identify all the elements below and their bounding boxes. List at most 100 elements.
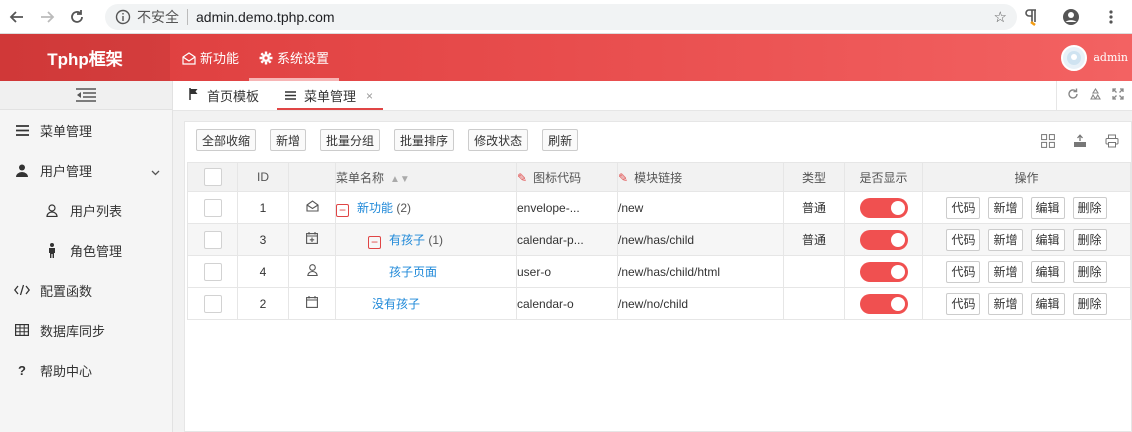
- sidebar-collapse-button[interactable]: [0, 81, 172, 110]
- menu-table: ID 菜单名称 ▲▼ ✎ 图标代码 ✎ 模块链接 类型 是否显示 操作 1 − 新功能 …: [187, 162, 1131, 320]
- code-button[interactable]: 代码: [946, 228, 981, 251]
- edit-button[interactable]: 编辑: [1030, 228, 1065, 251]
- code-button[interactable]: 代码: [946, 292, 981, 315]
- menu-button[interactable]: [1098, 4, 1124, 30]
- delete-button[interactable]: 删除: [1072, 196, 1107, 219]
- refresh-icon[interactable]: [1067, 88, 1079, 103]
- code-button[interactable]: 代码: [946, 196, 981, 219]
- visible-toggle[interactable]: [859, 293, 908, 314]
- row-name-link[interactable]: 孩子页面: [389, 265, 437, 279]
- sidebar-item-roles[interactable]: 角色管理: [0, 230, 172, 270]
- row-icon-code[interactable]: calendar-o: [516, 287, 618, 320]
- app-logo[interactable]: Tphp框架: [0, 34, 170, 81]
- user-menu[interactable]: admin: [1061, 34, 1128, 81]
- sidebar-item-users[interactable]: 用户管理: [0, 150, 172, 190]
- row-icon-code[interactable]: envelope-...: [516, 191, 618, 224]
- sidebar-item-config[interactable]: 配置函数: [0, 270, 172, 310]
- code-button[interactable]: 代码: [946, 260, 981, 283]
- browser-toolbar: 不安全 admin.demo.tphp.com ☆: [0, 0, 1132, 34]
- row-checkbox[interactable]: [203, 262, 222, 281]
- add-child-button[interactable]: 新增: [988, 292, 1023, 315]
- table-row[interactable]: 3 − 有孩子 (1) calendar-p... /new/has/child …: [187, 223, 1131, 256]
- row-checkbox[interactable]: [203, 198, 222, 217]
- columns-icon[interactable]: [1041, 134, 1055, 151]
- row-icon-code[interactable]: calendar-p...: [516, 223, 618, 256]
- table-row[interactable]: 2 没有孩子 calendar-o /new/no/child 代码 新增 编辑 删除: [187, 287, 1131, 320]
- collapse-toggle-icon[interactable]: −: [368, 235, 381, 249]
- delete-button[interactable]: 删除: [1072, 292, 1107, 315]
- row-checkbox[interactable]: [203, 294, 222, 313]
- table-tools: [1041, 134, 1119, 151]
- row-name-link[interactable]: 新功能: [357, 201, 393, 215]
- header-icon-code-label: 图标代码: [533, 170, 582, 185]
- topnav-new-feature[interactable]: 新功能: [172, 34, 249, 81]
- avatar-icon: [1067, 50, 1082, 65]
- sort-icon[interactable]: ▲▼: [390, 174, 410, 185]
- close-icon[interactable]: ×: [366, 89, 373, 103]
- edit-button[interactable]: 编辑: [1030, 260, 1065, 283]
- fullscreen-icon[interactable]: [1112, 88, 1124, 103]
- add-child-button[interactable]: 新增: [988, 196, 1023, 219]
- reload-button[interactable]: [64, 4, 90, 30]
- sidebar-item-help[interactable]: ? 帮助中心: [0, 350, 172, 390]
- header-visible[interactable]: 是否显示: [844, 162, 923, 192]
- select-all-checkbox[interactable]: [203, 168, 222, 186]
- header-name[interactable]: 菜单名称 ▲▼: [335, 162, 517, 192]
- back-button[interactable]: [4, 4, 30, 30]
- refresh-button[interactable]: 刷新: [542, 129, 579, 151]
- edit-button[interactable]: 编辑: [1030, 196, 1065, 219]
- visible-toggle[interactable]: [859, 229, 908, 250]
- star-icon[interactable]: ☆: [994, 8, 1007, 26]
- row-checkbox[interactable]: [203, 230, 222, 249]
- header-name-label: 菜单名称: [336, 170, 385, 185]
- collapse-all-button[interactable]: 全部收缩: [196, 129, 257, 151]
- topnav-system-settings[interactable]: 系统设置: [249, 34, 340, 81]
- extension-button[interactable]: [1018, 4, 1044, 30]
- row-name-link[interactable]: 有孩子: [389, 233, 425, 247]
- add-child-button[interactable]: 新增: [988, 260, 1023, 283]
- header-module-link[interactable]: ✎ 模块链接: [617, 162, 784, 192]
- batch-group-button[interactable]: 批量分组: [320, 129, 381, 151]
- row-name-cell: − 新功能 (2): [335, 191, 517, 224]
- recycle-icon[interactable]: [1089, 87, 1102, 104]
- info-icon[interactable]: [115, 9, 131, 25]
- add-child-button[interactable]: 新增: [988, 228, 1023, 251]
- table-row[interactable]: 4 孩子页面 user-o /new/has/child/html 代码 新增 编辑…: [187, 255, 1131, 288]
- row-module-link[interactable]: /new: [617, 191, 784, 224]
- address-bar[interactable]: 不安全 admin.demo.tphp.com ☆: [105, 4, 1017, 30]
- sidebar-item-user-list[interactable]: 用户列表: [0, 190, 172, 230]
- row-icon-code[interactable]: user-o: [516, 255, 618, 288]
- delete-button[interactable]: 删除: [1072, 228, 1107, 251]
- change-status-button[interactable]: 修改状态: [468, 129, 529, 151]
- sidebar-item-menu[interactable]: 菜单管理: [0, 110, 172, 150]
- delete-button[interactable]: 删除: [1072, 260, 1107, 283]
- print-icon[interactable]: [1105, 134, 1119, 151]
- row-module-link[interactable]: /new/no/child: [617, 287, 784, 320]
- header-icon-code[interactable]: ✎ 图标代码: [516, 162, 618, 192]
- header-actions: 操作: [922, 162, 1131, 192]
- outdent-icon: [76, 88, 96, 102]
- visible-toggle[interactable]: [859, 197, 908, 218]
- header-module-link-label: 模块链接: [634, 170, 683, 185]
- add-button[interactable]: 新增: [270, 129, 307, 151]
- row-icon-cell: [288, 287, 336, 320]
- header-type[interactable]: 类型: [783, 162, 845, 192]
- account-icon: [1063, 9, 1079, 25]
- visible-toggle[interactable]: [859, 261, 908, 282]
- tab-menu-management[interactable]: 菜单管理 ×: [269, 81, 384, 110]
- profile-button[interactable]: [1058, 4, 1084, 30]
- batch-sort-button[interactable]: 批量排序: [394, 129, 455, 151]
- header-id[interactable]: ID: [237, 162, 289, 192]
- collapse-toggle-icon[interactable]: −: [336, 203, 349, 217]
- edit-button[interactable]: 编辑: [1030, 292, 1065, 315]
- table-row[interactable]: 1 − 新功能 (2) envelope-... /new 普通 代码 新增 编辑 删除: [187, 191, 1131, 224]
- row-name-link[interactable]: 没有孩子: [372, 297, 420, 311]
- tab-home-template[interactable]: 首页模板: [173, 81, 269, 110]
- export-icon[interactable]: [1073, 134, 1087, 151]
- forward-button[interactable]: [34, 4, 60, 30]
- row-module-link[interactable]: /new/has/child/html: [617, 255, 784, 288]
- sidebar-item-db-sync[interactable]: 数据库同步: [0, 310, 172, 350]
- row-module-link[interactable]: /new/has/child: [617, 223, 784, 256]
- row-id: 1: [237, 191, 289, 224]
- row-icon-cell: [288, 255, 336, 288]
